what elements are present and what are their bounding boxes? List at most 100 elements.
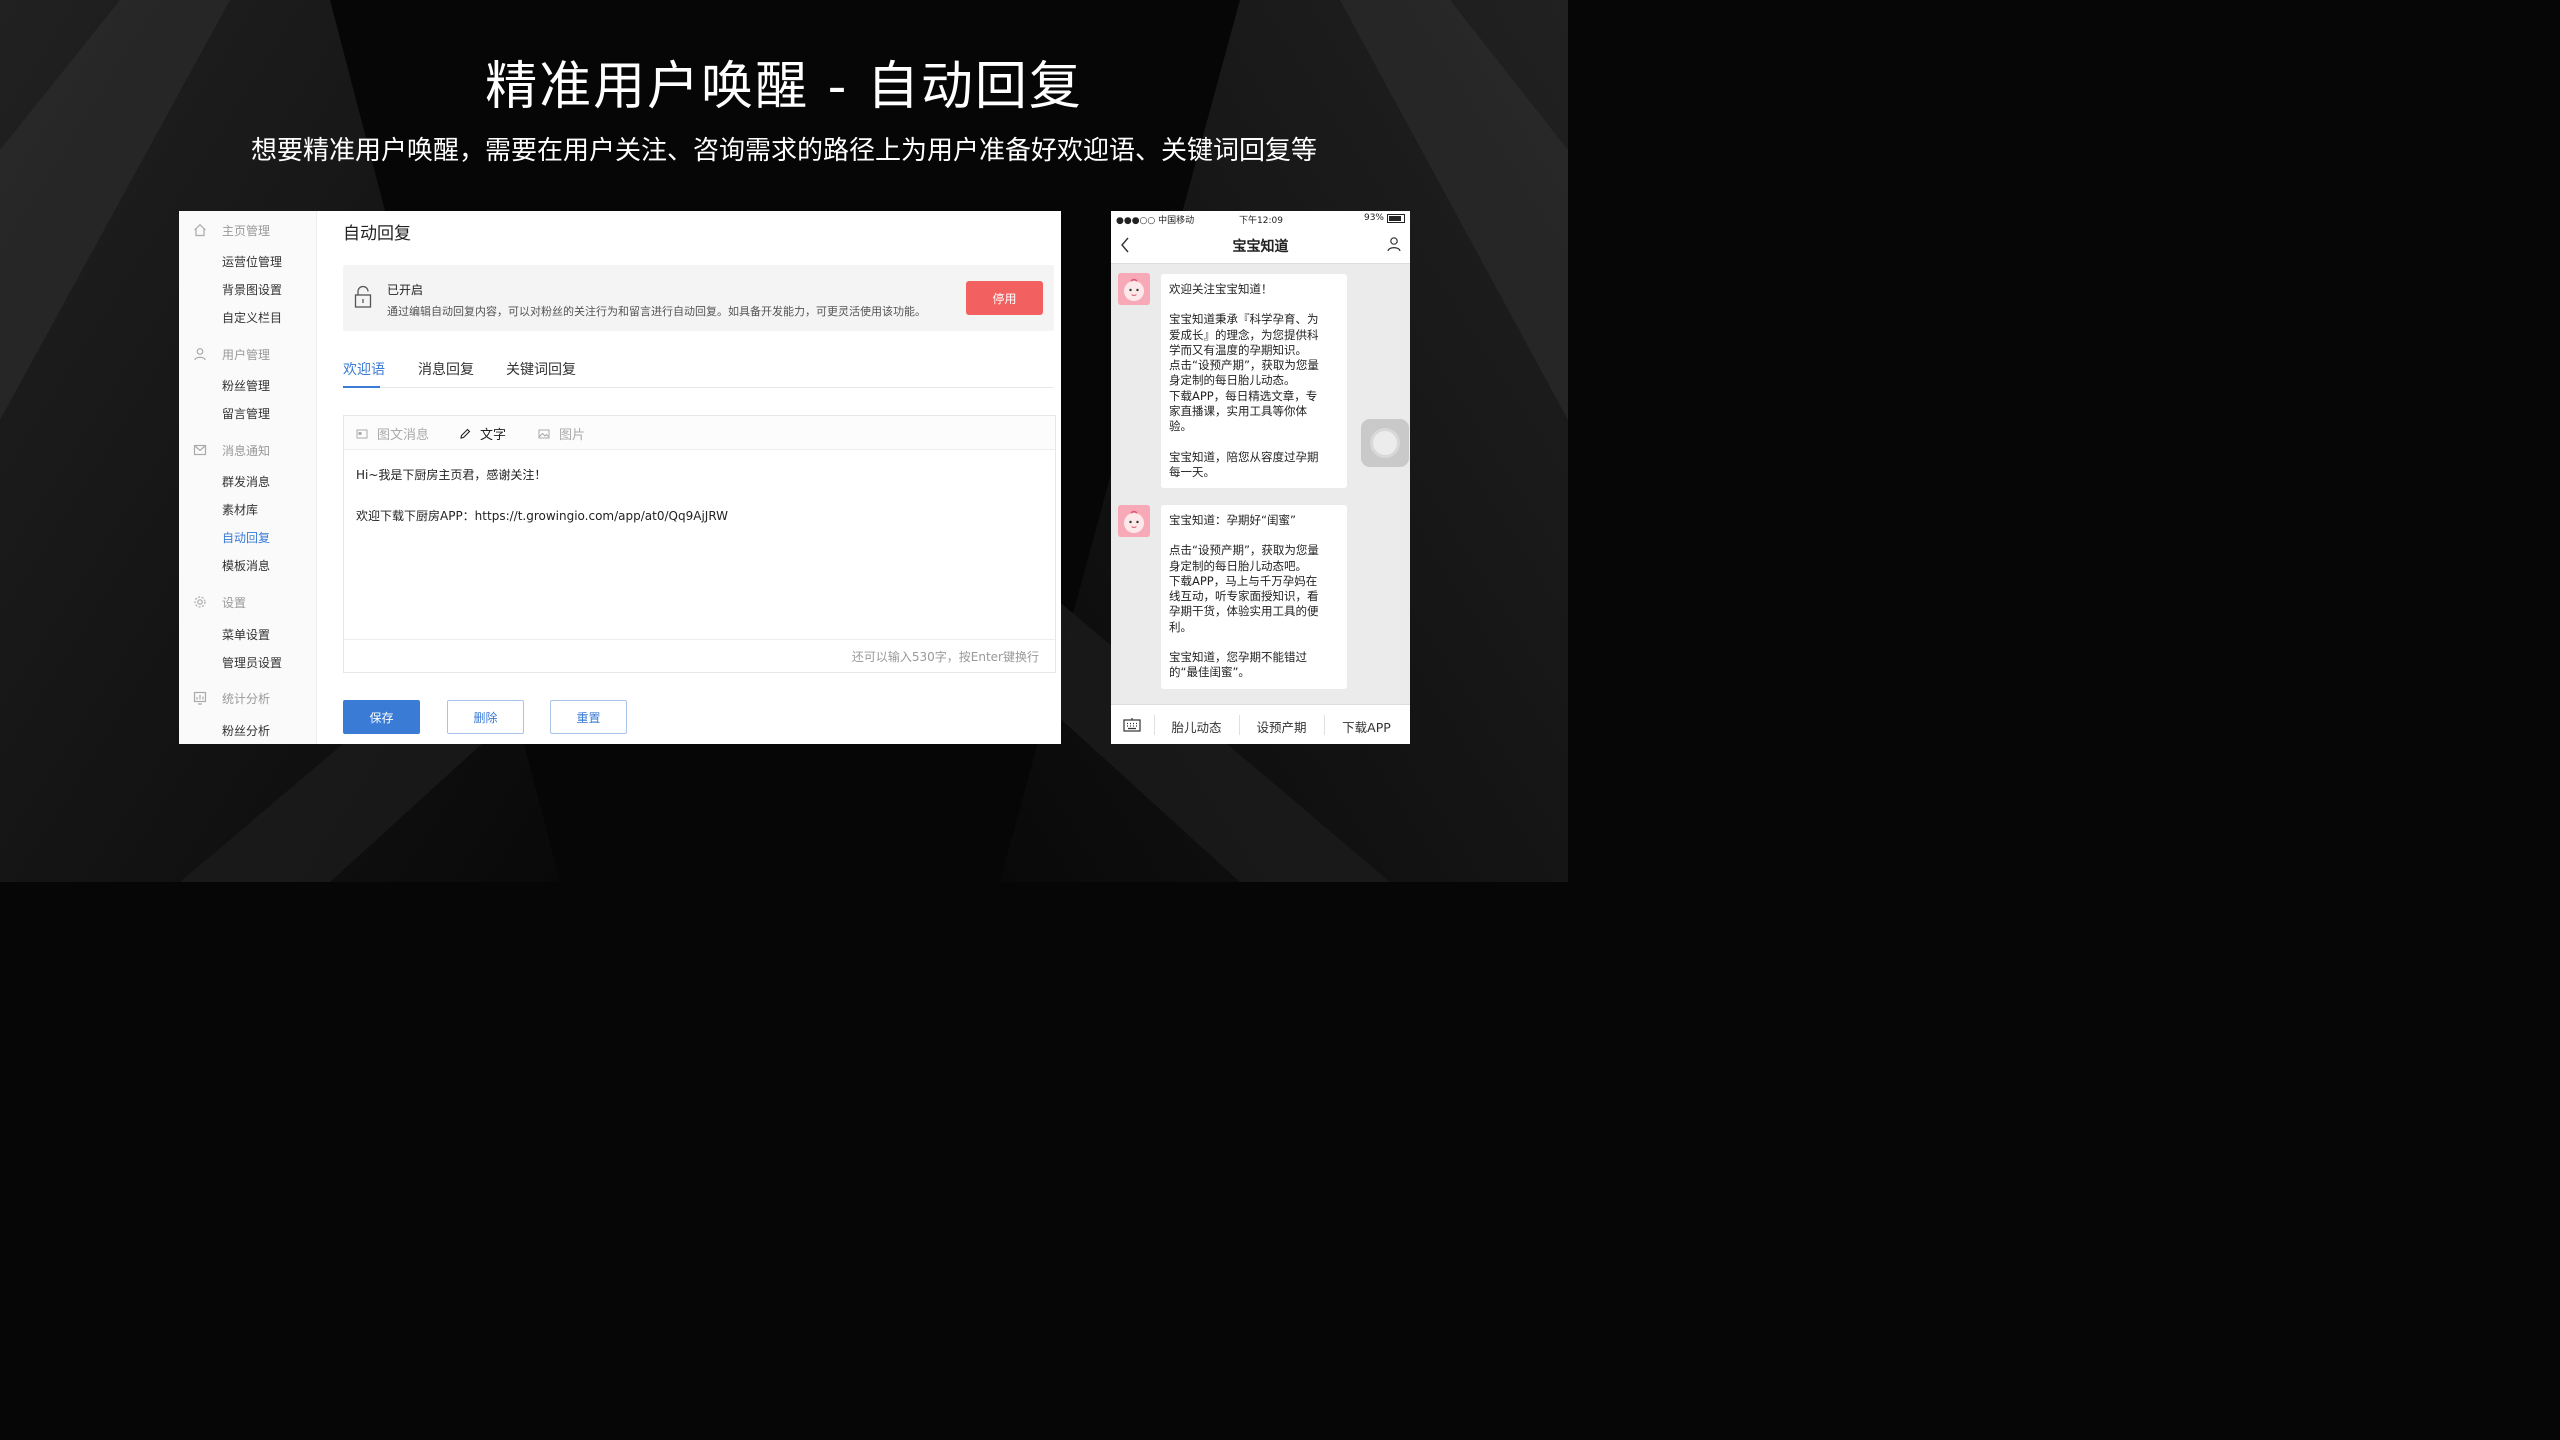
sidebar-group-messages[interactable]: 消息通知	[193, 440, 270, 460]
tool-label: 图片	[559, 428, 586, 443]
gear-icon	[194, 596, 206, 608]
message-line: 宝宝知道秉承『科学孕育、为	[1169, 312, 1319, 327]
message-line: 学而又有温度的孕期知识。	[1169, 342, 1307, 357]
sidebar-item-custom-column[interactable]: 自定义栏目	[222, 308, 282, 328]
delete-button[interactable]: 删除	[447, 700, 524, 734]
news-icon	[356, 429, 368, 438]
sidebar-group-label: 用户管理	[222, 347, 271, 362]
image-icon	[538, 429, 550, 438]
sidebar-item-operations[interactable]: 运营位管理	[222, 252, 282, 272]
sidebar-item-background[interactable]: 背景图设置	[222, 280, 282, 300]
chat-bubble: 宝宝知道：孕期好“闺蜜” 点击“设预产期”，获取为您量 身定制的每日胎儿动态吧。…	[1161, 505, 1347, 689]
sidebar-group-home[interactable]: 主页管理	[193, 220, 270, 240]
profile-icon[interactable]	[1386, 236, 1402, 252]
tab-welcome[interactable]: 欢迎语	[343, 359, 385, 379]
message-line: 下载APP，每日精选文章，专	[1169, 388, 1318, 403]
disable-button[interactable]: 停用	[966, 281, 1043, 315]
tab-message-reply[interactable]: 消息回复	[418, 359, 474, 379]
tool-rich-media[interactable]: 图文消息	[356, 424, 429, 443]
chat-bubble: 欢迎关注宝宝知道！ 宝宝知道秉承『科学孕育、为 爱成长』的理念，为您提供科 学而…	[1161, 274, 1347, 489]
sidebar-group-users[interactable]: 用户管理	[193, 344, 270, 364]
message-text: 宝宝知道秉承『科学孕育、为 爱成长』的理念，为您提供科 学而又有温度的孕期知识。…	[1169, 312, 1339, 434]
status-description: 通过编辑自动回复内容，可以对粉丝的关注行为和留言进行自动回复。如具备开发能力，可…	[387, 305, 926, 318]
message-line: 利。	[1169, 619, 1192, 634]
message-line: 家直播课，实用工具等你体	[1169, 404, 1307, 419]
unlock-icon	[354, 285, 372, 308]
tab-keyword-reply[interactable]: 关键词回复	[506, 359, 576, 379]
message-line: 线互动，听专家面授知识，看	[1169, 589, 1319, 604]
active-tab-indicator	[343, 386, 380, 388]
phone-nav-bar: 宝宝知道	[1111, 227, 1410, 264]
message-text: 宝宝知道，陪您从容度过孕期 每一天。	[1169, 450, 1339, 481]
sidebar-group-analytics[interactable]: 统计分析	[193, 688, 270, 708]
sidebar-item-admin-settings[interactable]: 管理员设置	[222, 653, 282, 673]
bot-avatar[interactable]	[1118, 273, 1150, 305]
message-line: 验。	[1169, 419, 1192, 434]
bot-avatar[interactable]	[1118, 505, 1150, 537]
chart-icon	[193, 691, 207, 705]
user-icon	[194, 348, 206, 361]
battery: 93%	[1364, 213, 1405, 223]
message-line: 欢迎关注宝宝知道！	[1169, 282, 1273, 296]
message-line: 下载APP，马上与千万孕妈在	[1169, 573, 1318, 588]
sidebar-item-fan-analytics[interactable]: 粉丝分析	[222, 721, 270, 741]
keyboard-icon[interactable]	[1123, 717, 1141, 733]
reply-editor[interactable]: 图文消息 文字 图片 Hi~我是下厨房主页君，感谢关注！ 欢迎下载下厨房APP：…	[343, 415, 1056, 673]
char-counter: 还可以输入530字，按Enter键换行	[851, 650, 1039, 664]
sidebar-item-templates[interactable]: 模板消息	[222, 556, 270, 576]
tool-image[interactable]: 图片	[538, 424, 585, 443]
message-line: 爱成长』的理念，为您提供科	[1169, 327, 1319, 342]
sidebar-item-menu-settings[interactable]: 菜单设置	[222, 625, 270, 645]
message-text: 宝宝知道，您孕期不能错过 的“最佳闺蜜”。	[1169, 650, 1339, 681]
sidebar-group-label: 主页管理	[222, 223, 271, 238]
tool-label: 图文消息	[377, 428, 430, 443]
status-banner: 已开启 通过编辑自动回复内容，可以对粉丝的关注行为和留言进行自动回复。如具备开发…	[343, 265, 1054, 331]
page-title: 自动回复	[343, 224, 411, 244]
chat-title: 宝宝知道	[1232, 239, 1289, 255]
admin-panel: 主页管理 运营位管理 背景图设置 自定义栏目 用户管理 粉丝管理 留言管理 消息…	[179, 211, 1061, 744]
sidebar-item-auto-reply[interactable]: 自动回复	[222, 528, 270, 548]
assistive-touch-button[interactable]	[1361, 419, 1409, 467]
menu-item-set-due-date[interactable]: 设预产期	[1239, 717, 1324, 736]
menu-item-fetal-updates[interactable]: 胎儿动态	[1154, 717, 1239, 736]
menu-item-download-app[interactable]: 下载APP	[1324, 717, 1409, 736]
baby-avatar-icon	[1118, 273, 1150, 305]
status-label: 已开启	[387, 283, 424, 297]
save-button[interactable]: 保存	[343, 700, 420, 734]
battery-percent: 93%	[1363, 213, 1384, 223]
phone-status-bar: ●●●○○ 中国移动 下午12:09 93%	[1111, 211, 1410, 227]
editor-footer-divider	[344, 639, 1055, 640]
sidebar-group-label: 统计分析	[222, 691, 271, 706]
tab-divider	[343, 387, 1054, 388]
message-line: 身定制的每日胎儿动态吧。	[1169, 558, 1307, 573]
sidebar-item-materials[interactable]: 素材库	[222, 500, 258, 520]
sidebar-group-label: 消息通知	[222, 443, 271, 458]
sidebar-item-broadcast[interactable]: 群发消息	[222, 472, 270, 492]
message-line: 每一天。	[1169, 464, 1215, 479]
home-icon	[194, 223, 206, 237]
message-icon	[193, 444, 207, 456]
sidebar-item-fans[interactable]: 粉丝管理	[222, 376, 270, 396]
message-line: 身定制的每日胎儿动态。	[1169, 373, 1296, 388]
battery-icon	[1387, 213, 1405, 223]
message-text: 欢迎关注宝宝知道！	[1169, 282, 1339, 297]
editor-text-line: 欢迎下载下厨房APP：https://t.growingio.com/app/a…	[356, 509, 729, 523]
reset-button[interactable]: 重置	[550, 700, 627, 734]
tool-text[interactable]: 文字	[459, 424, 506, 443]
sidebar: 主页管理 运营位管理 背景图设置 自定义栏目 用户管理 粉丝管理 留言管理 消息…	[179, 211, 317, 744]
message-line: 点击“设预产期”，获取为您量	[1169, 358, 1319, 373]
message-line: 孕期干货，体验实用工具的便	[1169, 604, 1319, 619]
sidebar-item-comments[interactable]: 留言管理	[222, 404, 270, 424]
editor-text-line: Hi~我是下厨房主页君，感谢关注！	[356, 468, 547, 482]
tool-label: 文字	[480, 428, 507, 443]
sidebar-group-settings[interactable]: 设置	[193, 592, 246, 612]
pencil-icon	[460, 428, 471, 439]
slide-subtitle: 想要精准用户唤醒，需要在用户关注、咨询需求的路径上为用户准备好欢迎语、关键词回复…	[250, 136, 1317, 166]
sidebar-group-label: 设置	[222, 595, 247, 610]
message-line: 宝宝知道：孕期好“闺蜜”	[1169, 513, 1296, 527]
phone-mockup: ●●●○○ 中国移动 下午12:09 93% 宝宝知道 欢迎关注宝宝知道！ 宝宝…	[1111, 211, 1410, 744]
phone-bottom-menu: 胎儿动态 设预产期 下载APP	[1111, 704, 1410, 744]
message-line: 宝宝知道，陪您从容度过孕期	[1169, 449, 1319, 464]
clock: 下午12:09	[1239, 216, 1283, 226]
message-line: 宝宝知道，您孕期不能错过	[1169, 650, 1307, 665]
